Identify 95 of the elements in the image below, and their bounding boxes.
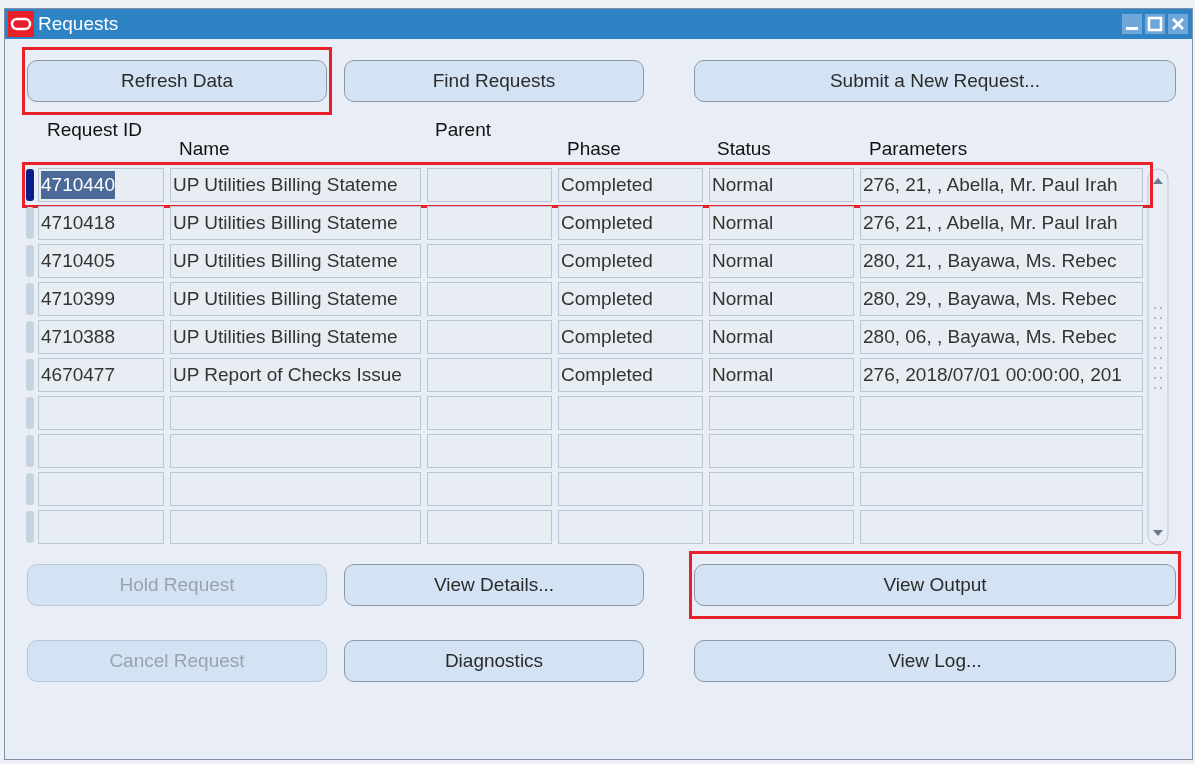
cell-text: 4670477	[41, 362, 115, 387]
phase-cell[interactable]: Completed	[558, 168, 703, 202]
phase-cell[interactable]	[558, 396, 703, 430]
status-cell[interactable]	[709, 396, 854, 430]
status-cell[interactable]	[709, 472, 854, 506]
phase-cell[interactable]: Completed	[558, 244, 703, 278]
action-button[interactable]: View Log...	[694, 640, 1176, 682]
app-logo-icon	[8, 11, 34, 37]
parameters-cell[interactable]	[860, 510, 1143, 544]
row-indicator[interactable]	[26, 245, 34, 277]
row-indicator[interactable]	[26, 321, 34, 353]
column-header: Status	[717, 138, 772, 160]
window-title: Requests	[38, 11, 119, 36]
parameters-cell[interactable]: 276, 21, , Abella, Mr. Paul Irah	[860, 206, 1143, 240]
phase-cell[interactable]: Completed	[558, 206, 703, 240]
cell-text: 4710405	[41, 248, 115, 273]
status-cell[interactable]	[709, 510, 854, 544]
phase-cell[interactable]	[558, 510, 703, 544]
phase-cell[interactable]: Completed	[558, 282, 703, 316]
request-id-cell[interactable]	[38, 510, 164, 544]
status-cell[interactable]: Normal	[709, 282, 854, 316]
cell-text: 4710440	[41, 170, 115, 200]
name-cell[interactable]: UP Report of Checks Issue	[170, 358, 421, 392]
name-cell[interactable]: UP Utilities Billing Stateme	[170, 244, 421, 278]
cell-text: 4710399	[41, 286, 115, 311]
name-cell[interactable]	[170, 510, 421, 544]
row-indicator[interactable]	[26, 511, 34, 543]
status-cell[interactable]	[709, 434, 854, 468]
row-indicator[interactable]	[26, 359, 34, 391]
close-icon[interactable]	[1168, 14, 1188, 34]
parent-cell[interactable]	[427, 434, 552, 468]
row-indicator[interactable]	[26, 473, 34, 505]
parameters-cell[interactable]: 280, 06, , Bayawa, Ms. Rebec	[860, 320, 1143, 354]
parameters-cell[interactable]: 280, 29, , Bayawa, Ms. Rebec	[860, 282, 1143, 316]
parent-cell[interactable]	[427, 396, 552, 430]
row-indicator[interactable]	[26, 435, 34, 467]
parent-cell[interactable]	[427, 472, 552, 506]
action-button[interactable]: Submit a New Request...	[694, 60, 1176, 102]
name-cell[interactable]: UP Utilities Billing Stateme	[170, 168, 421, 202]
action-button[interactable]: Find Requests	[344, 60, 644, 102]
parent-cell[interactable]	[427, 206, 552, 240]
request-id-cell[interactable]	[38, 434, 164, 468]
parent-cell[interactable]	[427, 320, 552, 354]
request-id-cell[interactable]: 4710405	[38, 244, 164, 278]
request-id-cell[interactable]: 4710399	[38, 282, 164, 316]
request-id-cell[interactable]: 4710388	[38, 320, 164, 354]
column-header: Phase	[567, 138, 622, 160]
name-cell[interactable]	[170, 472, 421, 506]
action-button[interactable]: Refresh Data	[27, 60, 327, 102]
name-cell[interactable]: UP Utilities Billing Stateme	[170, 320, 421, 354]
action-button[interactable]: View Output	[694, 564, 1176, 606]
column-header: Name	[179, 138, 231, 160]
parameters-cell[interactable]	[860, 434, 1143, 468]
column-header: Parameters	[869, 138, 968, 160]
parent-cell[interactable]	[427, 282, 552, 316]
cell-text: 4710418	[41, 210, 115, 235]
name-cell[interactable]	[170, 396, 421, 430]
parameters-cell[interactable]: 276, 21, , Abella, Mr. Paul Irah	[860, 168, 1143, 202]
status-cell[interactable]: Normal	[709, 244, 854, 278]
minimize-icon[interactable]	[1122, 14, 1142, 34]
column-header: Parent	[435, 118, 491, 138]
parameters-cell[interactable]	[860, 396, 1143, 430]
phase-cell[interactable]	[558, 434, 703, 468]
parent-cell[interactable]	[427, 358, 552, 392]
row-indicator[interactable]	[26, 169, 34, 201]
maximize-icon[interactable]	[1145, 14, 1165, 34]
column-header: Request ID	[47, 118, 144, 138]
name-cell[interactable]	[170, 434, 421, 468]
parameters-cell[interactable]	[860, 472, 1143, 506]
status-cell[interactable]: Normal	[709, 206, 854, 240]
parent-cell[interactable]	[427, 244, 552, 278]
name-cell[interactable]: UP Utilities Billing Stateme	[170, 206, 421, 240]
action-button[interactable]: View Details...	[344, 564, 644, 606]
request-id-cell[interactable]: 4670477	[38, 358, 164, 392]
request-id-cell[interactable]: 4710418	[38, 206, 164, 240]
scrollbar[interactable]	[1147, 168, 1169, 546]
cell-text: 4710388	[41, 324, 115, 349]
parameters-cell[interactable]: 276, 2018/07/01 00:00:00, 201	[860, 358, 1143, 392]
status-cell[interactable]: Normal	[709, 358, 854, 392]
row-indicator[interactable]	[26, 283, 34, 315]
action-button[interactable]: Diagnostics	[344, 640, 644, 682]
parent-cell[interactable]	[427, 168, 552, 202]
status-cell[interactable]: Normal	[709, 320, 854, 354]
parameters-cell[interactable]: 280, 21, , Bayawa, Ms. Rebec	[860, 244, 1143, 278]
request-id-cell[interactable]	[38, 472, 164, 506]
status-cell[interactable]: Normal	[709, 168, 854, 202]
request-id-cell[interactable]: 4710440	[38, 168, 164, 202]
name-cell[interactable]: UP Utilities Billing Stateme	[170, 282, 421, 316]
request-id-cell[interactable]	[38, 396, 164, 430]
phase-cell[interactable]: Completed	[558, 320, 703, 354]
row-indicator[interactable]	[26, 397, 34, 429]
parent-cell[interactable]	[427, 510, 552, 544]
phase-cell[interactable]	[558, 472, 703, 506]
row-indicator[interactable]	[26, 207, 34, 239]
phase-cell[interactable]: Completed	[558, 358, 703, 392]
